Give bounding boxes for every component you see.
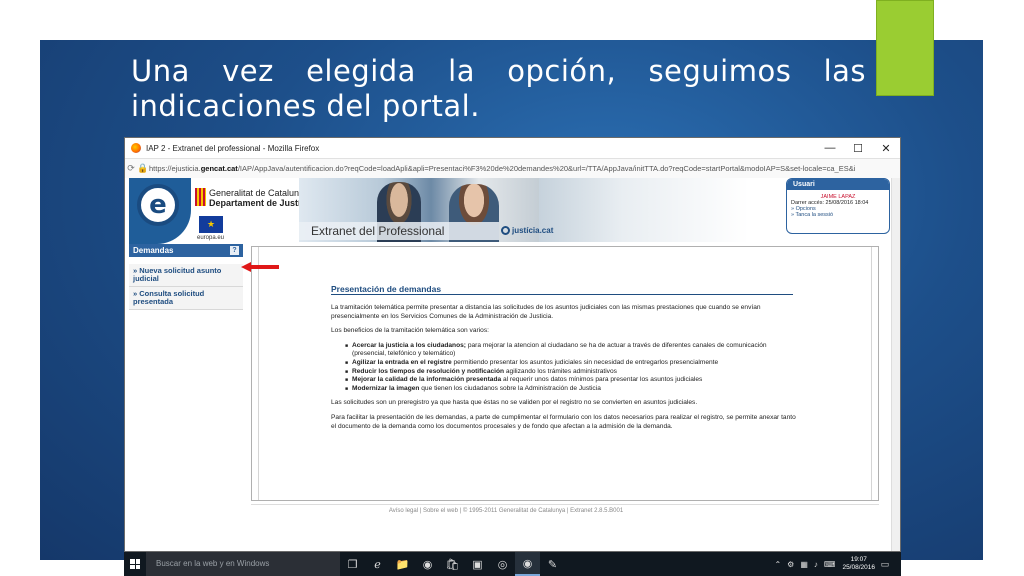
page-content: e Generalitat de Catalunya Departament de… <box>125 178 900 551</box>
sidebar-item-nueva-solicitud[interactable]: » Nueva solicitud asunto judicial <box>129 264 243 287</box>
list-item: Acercar la justicia a los ciudadanos; pa… <box>345 342 797 359</box>
user-box: Usuari JAIME LAPAZ Darrer accés: 25/08/2… <box>786 178 890 234</box>
justicia-cat-icon <box>501 226 510 236</box>
help-icon[interactable]: ? <box>230 246 239 255</box>
address-bar[interactable]: ⟳ 🔒 https://ejusticia.gencat.cat/IAP/App… <box>125 159 900 179</box>
preregistro-paragraph: Las solicitudes son un preregistro ya qu… <box>331 399 698 407</box>
keyboard-icon[interactable]: ⌨ <box>824 560 836 569</box>
benefits-list: Acercar la justicia a los ciudadanos; pa… <box>331 342 797 394</box>
file-explorer-icon[interactable]: 📁 <box>390 552 415 576</box>
page-title: Presentación de demandas <box>331 284 442 294</box>
title-word: Una <box>131 54 190 88</box>
intro-paragraph: La tramitación telemática permite presen… <box>331 304 761 320</box>
browser-window: IAP 2 - Extranet del professional - Mozi… <box>124 137 901 552</box>
tray-chevron-icon[interactable]: ⌃ <box>774 560 781 569</box>
title-divider <box>331 294 793 295</box>
sidebar: Demandas? » Nueva solicitud asunto judic… <box>129 244 243 310</box>
benefits-intro: Los beneficios de la tramitación telemát… <box>331 327 489 335</box>
window-title: IAP 2 - Extranet del professional - Mozi… <box>146 143 320 153</box>
url-text[interactable]: https://ejusticia.gencat.cat/IAP/AppJava… <box>149 164 900 173</box>
catalan-flag-icon <box>195 188 206 206</box>
reload-icon[interactable]: ⟳ <box>125 163 137 174</box>
sidebar-item-consulta-solicitud[interactable]: » Consulta solicitud presentada <box>129 287 243 310</box>
banner-fade <box>539 178 749 242</box>
minimize-button[interactable]: — <box>816 142 844 154</box>
eu-label: europa.eu <box>197 235 225 241</box>
task-view-icon[interactable]: ❐ <box>340 552 365 576</box>
footer-divider <box>251 504 879 505</box>
user-box-title: Usuari <box>787 179 889 190</box>
clock[interactable]: 19:07 25/08/2016 <box>842 556 875 572</box>
start-button[interactable] <box>124 552 146 576</box>
edge-icon[interactable]: ℯ <box>365 552 390 576</box>
list-item: Mejorar la calidad de la información pre… <box>345 376 797 385</box>
title-word: elegida <box>306 54 416 88</box>
extranet-label: Extranet del Professional <box>299 222 499 240</box>
lock-icon: 🔒 <box>137 163 149 173</box>
tray-app-icon[interactable]: ⚙ <box>787 560 794 569</box>
system-tray: ⌃ ⚙ ▦ ♪ ⌨ 19:07 25/08/2016 ▭ <box>771 556 901 572</box>
ejusticia-logo[interactable]: e <box>129 178 191 244</box>
chrome-icon[interactable]: ◎ <box>490 552 515 576</box>
title-word: las <box>823 54 866 88</box>
list-item: Reducir los tiempos de resolución y noti… <box>345 368 797 377</box>
main-panel: Presentación de demandas La tramitación … <box>251 246 879 501</box>
eu-flag-icon: ★ <box>199 216 223 233</box>
title-word: la <box>448 54 475 88</box>
slide-title-line1: Una vez elegida la opción, seguimos las <box>131 54 866 89</box>
red-arrow-icon <box>241 262 279 272</box>
network-icon[interactable]: ▦ <box>800 560 808 569</box>
title-word: opción, <box>507 54 617 88</box>
windows-taskbar: Buscar en la web y en Windows ❐ ℯ 📁 ◉ 🛍 … <box>124 552 901 576</box>
window-titlebar: IAP 2 - Extranet del professional - Mozi… <box>125 138 900 159</box>
accent-tab <box>876 0 934 96</box>
gencat-logo[interactable]: Generalitat de Catalunya Departament de J… <box>195 188 313 208</box>
page-footer: Avíso legal | Sobre el web | © 1995-2011… <box>388 508 624 514</box>
title-word: seguimos <box>648 54 792 88</box>
title-word: vez <box>222 54 274 88</box>
windows-logo-icon <box>130 559 140 569</box>
firefox-icon <box>131 143 141 153</box>
firefox-active-icon[interactable]: ◉ <box>515 552 540 576</box>
slide-title: Una vez elegida la opción, seguimos las … <box>131 54 866 124</box>
vertical-scrollbar[interactable] <box>891 178 900 551</box>
sidebar-title: Demandas? <box>129 244 243 257</box>
close-button[interactable]: ✕ <box>872 142 900 155</box>
facilitar-paragraph: Para facilitar la presentación de les de… <box>331 413 796 430</box>
paint-icon[interactable]: ✎ <box>540 552 565 576</box>
taskbar-search-input[interactable]: Buscar en la web y en Windows <box>146 552 340 576</box>
list-item: Modernizar la imagen que tienen los ciud… <box>345 385 797 394</box>
powerpoint-icon[interactable]: ▣ <box>465 552 490 576</box>
firefox-taskbar-icon[interactable]: ◉ <box>415 552 440 576</box>
slide-title-line2: indicaciones del portal. <box>131 89 480 123</box>
justicia-cat-logo: justícia.cat <box>501 222 553 240</box>
notifications-icon[interactable]: ▭ <box>878 559 892 570</box>
volume-icon[interactable]: ♪ <box>814 560 818 569</box>
list-item: Agilizar la entrada en el registre permi… <box>345 359 797 368</box>
store-icon[interactable]: 🛍 <box>440 552 465 576</box>
logout-link[interactable]: » Tanca la sessió <box>787 212 889 218</box>
maximize-button[interactable]: ☐ <box>844 142 872 155</box>
portal-banner: e Generalitat de Catalunya Departament de… <box>129 178 890 248</box>
main-text: La tramitación telemática permite presen… <box>331 304 797 437</box>
